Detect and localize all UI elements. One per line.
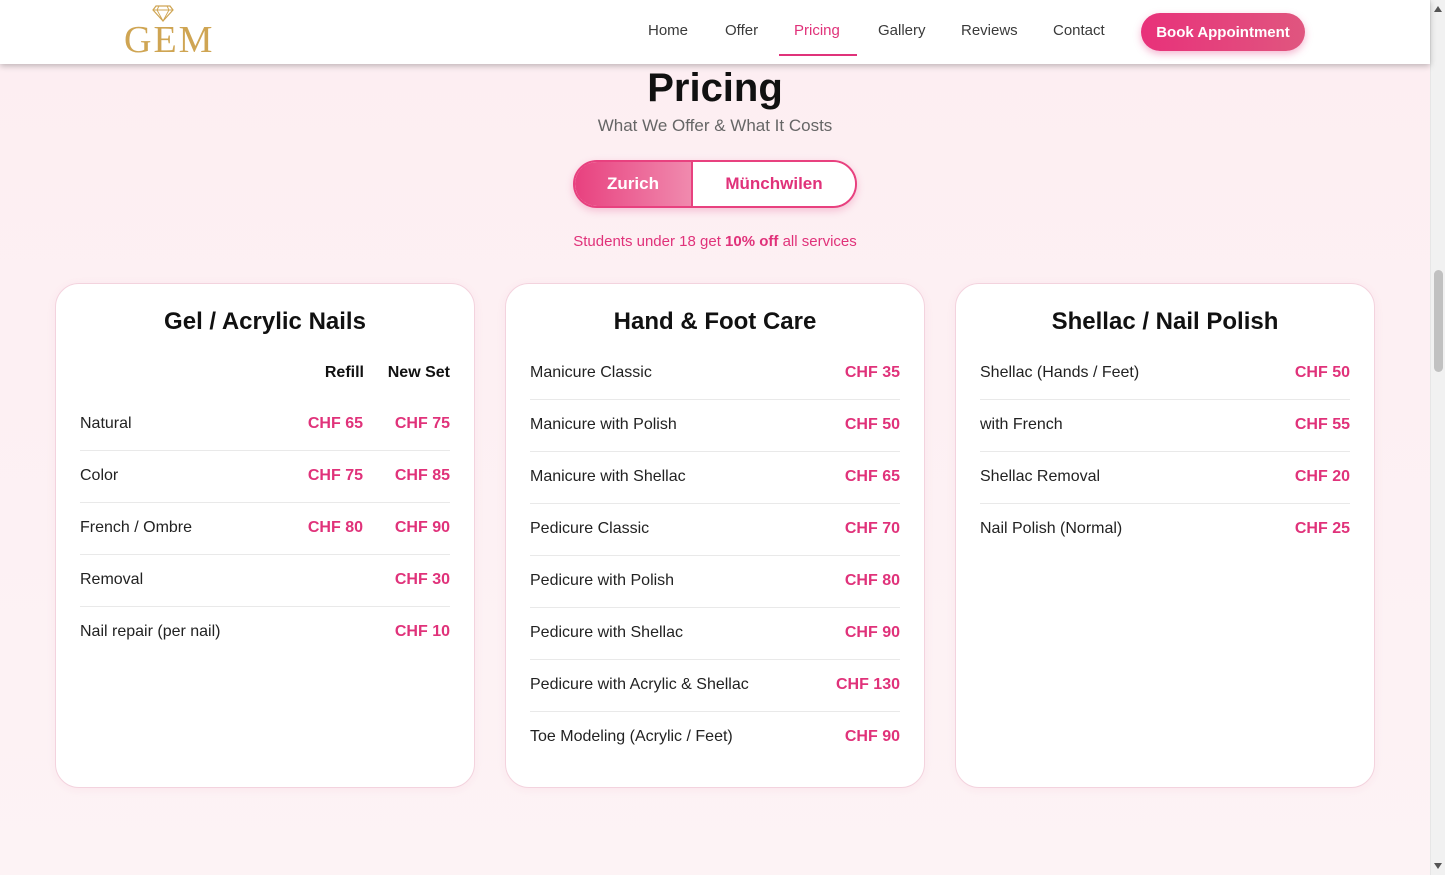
- logo-text: GEM: [124, 19, 215, 61]
- service-name: Manicure with Shellac: [530, 468, 686, 485]
- service-name: Natural: [80, 415, 132, 432]
- service-name: Pedicure Classic: [530, 520, 650, 537]
- service-name: Pedicure with Shellac: [530, 624, 683, 641]
- nav-pricing[interactable]: Pricing: [794, 22, 840, 39]
- service-name: with French: [980, 416, 1063, 433]
- promo-highlight: 10% off: [725, 233, 779, 250]
- card-title: Hand & Foot Care: [613, 308, 817, 335]
- service-price: CHF 50: [844, 416, 900, 433]
- service-price: CHF 25: [1294, 520, 1350, 537]
- service-name: Color: [80, 467, 119, 484]
- location-toggle: Zurich Münchwilen: [573, 160, 857, 208]
- refill-price: CHF 75: [307, 467, 363, 484]
- page-scrollbar[interactable]: [1430, 0, 1445, 875]
- column-header-new-set: New Set: [387, 364, 450, 381]
- page-title: Pricing: [647, 66, 783, 110]
- price-row: with French CHF 55: [980, 400, 1350, 452]
- service-name: Shellac (Hands / Feet): [980, 364, 1140, 381]
- price-row: Nail repair (per nail) CHF 10: [80, 607, 450, 659]
- service-price: CHF 55: [1294, 416, 1350, 433]
- page-subtitle: What We Offer & What It Costs: [597, 116, 833, 135]
- service-name: Pedicure with Polish: [530, 572, 675, 589]
- price-row: Shellac Removal CHF 20: [980, 452, 1350, 504]
- price-row: Manicure with Shellac CHF 65: [530, 452, 900, 504]
- promo-suffix: all services: [782, 233, 857, 250]
- service-name: Nail repair (per nail): [80, 623, 221, 640]
- service-price: CHF 90: [844, 728, 900, 745]
- nav-reviews[interactable]: Reviews: [961, 22, 1018, 39]
- refill-price: CHF 80: [307, 519, 363, 536]
- price-row: Toe Modeling (Acrylic / Feet) CHF 90: [530, 712, 900, 764]
- service-name: French / Ombre: [80, 519, 193, 536]
- card-gel-acrylic: Gel / Acrylic Nails Refill New Set Natur…: [55, 283, 475, 788]
- price-row: French / Ombre CHF 80 CHF 90: [80, 503, 450, 555]
- new-set-price: CHF 10: [394, 623, 450, 640]
- service-name: Pedicure with Acrylic & Shellac: [530, 676, 749, 693]
- scroll-down-arrow-icon[interactable]: [1434, 863, 1442, 869]
- student-discount-note: Students under 18 get 10% off all servic…: [0, 233, 1430, 250]
- service-name: Manicure with Polish: [530, 416, 677, 433]
- nav-active-indicator: [779, 54, 857, 56]
- price-row: Nail Polish (Normal) CHF 25: [980, 504, 1350, 556]
- service-name: Removal: [80, 571, 144, 588]
- price-row: Pedicure with Shellac CHF 90: [530, 608, 900, 660]
- price-row: Manicure with Polish CHF 50: [530, 400, 900, 452]
- service-price: CHF 90: [844, 624, 900, 641]
- price-row: Pedicure Classic CHF 70: [530, 504, 900, 556]
- price-row: Natural CHF 65 CHF 75: [80, 399, 450, 451]
- card-title: Gel / Acrylic Nails: [164, 308, 366, 335]
- new-set-price: CHF 75: [394, 415, 450, 432]
- service-price: CHF 50: [1294, 364, 1350, 381]
- new-set-price: CHF 30: [394, 571, 450, 588]
- card-title: Shellac / Nail Polish: [1051, 308, 1279, 335]
- price-row: Color CHF 75 CHF 85: [80, 451, 450, 503]
- price-row: Pedicure with Polish CHF 80: [530, 556, 900, 608]
- price-row: Manicure Classic CHF 35: [530, 348, 900, 400]
- service-price: CHF 65: [844, 468, 900, 485]
- service-name: Shellac Removal: [980, 468, 1101, 485]
- service-price: CHF 20: [1294, 468, 1350, 485]
- nav-home[interactable]: Home: [648, 22, 688, 39]
- nav-contact[interactable]: Contact: [1053, 22, 1105, 39]
- location-muenchwilen-button[interactable]: Münchwilen: [693, 162, 855, 206]
- book-appointment-button[interactable]: Book Appointment: [1141, 13, 1305, 51]
- nav-offer[interactable]: Offer: [725, 22, 758, 39]
- service-name: Toe Modeling (Acrylic / Feet): [530, 728, 733, 745]
- new-set-price: CHF 85: [394, 467, 450, 484]
- price-row: Pedicure with Acrylic & Shellac CHF 130: [530, 660, 900, 712]
- column-header-refill: Refill: [324, 364, 364, 381]
- card-shellac-nail-polish: Shellac / Nail Polish Shellac (Hands / F…: [955, 283, 1375, 788]
- scrollbar-thumb[interactable]: [1434, 270, 1443, 372]
- gem-logo[interactable]: GEM: [124, 4, 220, 60]
- location-zurich-button[interactable]: Zurich: [575, 162, 693, 206]
- service-name: Nail Polish (Normal): [980, 520, 1123, 537]
- promo-prefix: Students under 18 get: [573, 233, 721, 250]
- service-price: CHF 35: [844, 364, 900, 381]
- service-price: CHF 70: [844, 520, 900, 537]
- nav-gallery[interactable]: Gallery: [878, 22, 926, 39]
- new-set-price: CHF 90: [394, 519, 450, 536]
- price-row: Shellac (Hands / Feet) CHF 50: [980, 348, 1350, 400]
- refill-price: CHF 65: [307, 415, 363, 432]
- service-price: CHF 130: [835, 676, 900, 693]
- card-hand-foot-care: Hand & Foot Care Manicure Classic CHF 35…: [505, 283, 925, 788]
- site-header: GEM Home Offer Pricing Gallery Reviews C…: [0, 0, 1430, 64]
- price-row: Removal CHF 30: [80, 555, 450, 607]
- service-price: CHF 80: [844, 572, 900, 589]
- service-name: Manicure Classic: [530, 364, 652, 381]
- scroll-up-arrow-icon[interactable]: [1434, 6, 1442, 12]
